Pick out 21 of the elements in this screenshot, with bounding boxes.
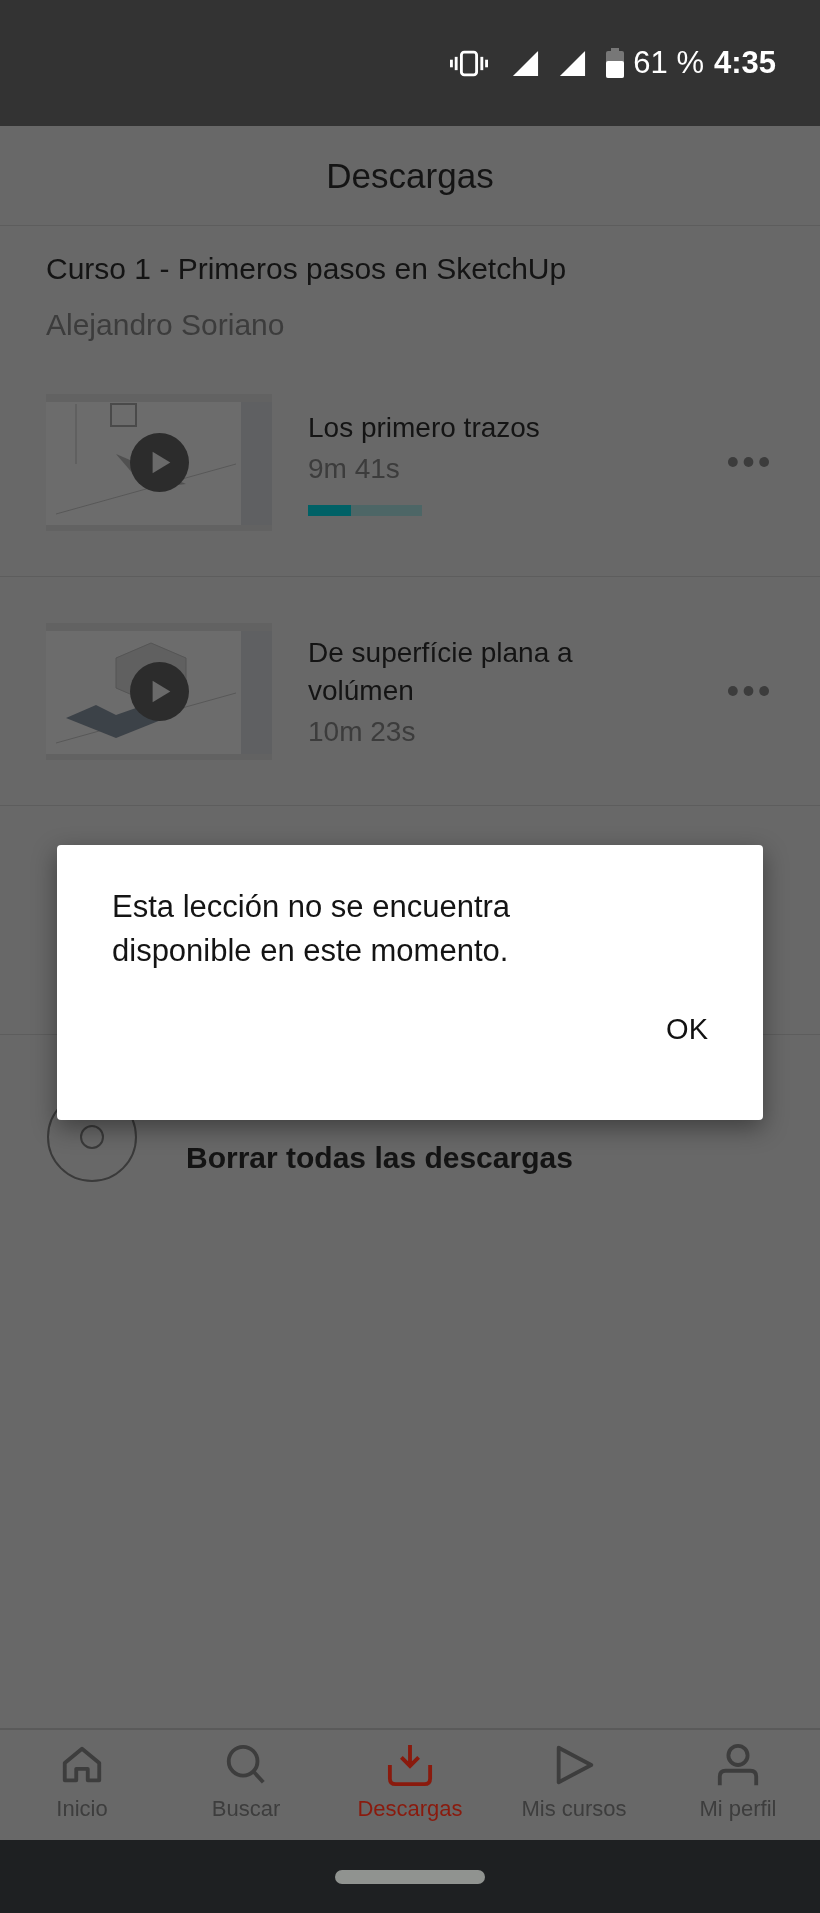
nav-tab[interactable]: Descargas — [328, 1730, 492, 1840]
dialog-message: Esta lección no se encuentra disponible en este momento. — [112, 888, 512, 970]
signal-icon — [512, 49, 540, 77]
delete-all-downloads[interactable]: Borrar todas las descargas — [186, 1141, 573, 1175]
lesson-title[interactable]: De superfície plana a volúmen — [308, 634, 628, 710]
more-icon[interactable] — [727, 685, 770, 697]
play-icon[interactable] — [130, 432, 189, 492]
signal-icon — [559, 49, 587, 77]
lesson-title[interactable]: Los primero trazos — [308, 408, 540, 447]
battery-percent: 61 % — [633, 45, 704, 81]
person-icon — [715, 1742, 761, 1788]
vibrate-icon — [450, 49, 489, 77]
clock: 4:35 — [713, 45, 776, 81]
battery-icon — [606, 48, 625, 78]
ok-button[interactable]: OK — [650, 1001, 724, 1058]
play-icon[interactable] — [130, 661, 189, 721]
page-title: Descargas — [326, 155, 494, 196]
course-title: Curso 1 - Primeros pasos en SketchUp — [46, 252, 567, 286]
home-indicator[interactable] — [335, 1869, 485, 1884]
more-icon[interactable] — [727, 456, 770, 468]
download-icon — [387, 1742, 433, 1788]
